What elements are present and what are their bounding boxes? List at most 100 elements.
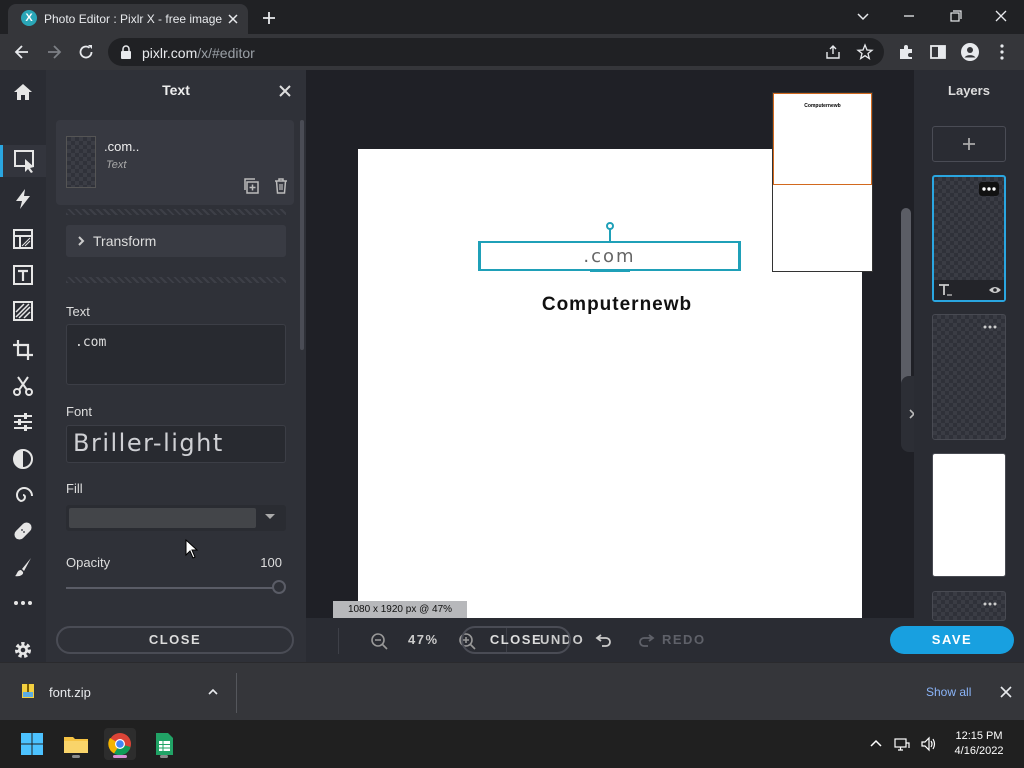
download-shelf: font.zip Show all xyxy=(0,662,1024,720)
bookmark-star-icon[interactable] xyxy=(856,43,874,61)
cutout-tool[interactable] xyxy=(7,370,39,402)
font-field-label: Font xyxy=(66,404,93,419)
save-button[interactable]: SAVE xyxy=(890,626,1014,654)
retouch-tool[interactable] xyxy=(7,515,39,547)
duplicate-icon[interactable] xyxy=(242,177,260,195)
profile-avatar-icon[interactable] xyxy=(960,42,980,62)
opacity-slider-handle[interactable] xyxy=(272,580,286,594)
layer-footer xyxy=(934,280,1004,300)
zoom-out-icon[interactable] xyxy=(370,632,388,650)
zip-file-icon xyxy=(22,684,34,698)
trash-icon[interactable] xyxy=(272,177,290,195)
chrome-button[interactable] xyxy=(104,728,136,760)
fill-color-picker[interactable] xyxy=(66,505,286,531)
redo-arrow-icon[interactable] xyxy=(638,632,656,650)
chevron-right-icon xyxy=(78,236,85,246)
file-explorer-button[interactable] xyxy=(60,728,92,760)
network-icon[interactable] xyxy=(894,736,910,752)
share-icon[interactable] xyxy=(824,43,842,61)
chevron-down-icon[interactable] xyxy=(265,514,275,519)
more-tools[interactable] xyxy=(7,587,39,619)
omnibar: pixlr.com/x/#editor xyxy=(0,34,1024,70)
layer-type: Text xyxy=(106,159,127,171)
sliders-icon xyxy=(14,413,32,431)
panel-scrollbar[interactable] xyxy=(300,120,304,350)
arrange-select-icon xyxy=(13,150,34,173)
side-panel-icon[interactable] xyxy=(928,42,948,62)
crop-tool[interactable] xyxy=(7,334,39,366)
tab-search-chevron-icon[interactable] xyxy=(851,6,875,26)
browser-tab[interactable]: X Photo Editor : Pixlr X - free image xyxy=(8,4,248,34)
volume-icon[interactable] xyxy=(920,736,936,752)
layer-thumb-background[interactable] xyxy=(932,453,1006,577)
sheets-button[interactable] xyxy=(148,728,180,760)
more-dots-icon[interactable] xyxy=(980,597,1000,611)
more-dots-icon[interactable] xyxy=(980,320,1000,334)
text-tool[interactable] xyxy=(7,259,39,291)
text-content-input[interactable]: .com xyxy=(66,324,286,385)
swirl-icon xyxy=(16,486,33,503)
close-button[interactable]: CLOSE xyxy=(461,626,571,654)
lock-icon[interactable] xyxy=(120,45,132,59)
zoom-level[interactable]: 47% xyxy=(408,632,439,647)
font-selector[interactable]: Briller-light xyxy=(66,425,286,463)
more-dots-icon[interactable] xyxy=(979,182,999,196)
selected-text-content: .com xyxy=(583,246,636,267)
kebab-menu-icon[interactable] xyxy=(992,42,1012,62)
undo-arrow-icon[interactable] xyxy=(594,632,612,650)
filter-half-circle-icon xyxy=(13,449,33,469)
close-tab-icon[interactable] xyxy=(226,12,240,26)
plus-icon xyxy=(963,138,975,150)
draw-tool[interactable] xyxy=(7,551,39,583)
divider xyxy=(66,209,286,215)
url-host: pixlr.com xyxy=(142,45,198,61)
liquify-tool[interactable] xyxy=(7,479,39,511)
restore-icon[interactable] xyxy=(943,6,967,26)
adjust-tool[interactable] xyxy=(7,406,39,438)
text-layer-and-eye-icons[interactable] xyxy=(934,280,1004,300)
window-close-icon[interactable] xyxy=(989,6,1013,26)
filter-tool[interactable] xyxy=(7,443,39,475)
headline-text-layer[interactable]: Computernewb xyxy=(492,294,742,316)
layer-thumb-partial[interactable] xyxy=(932,591,1006,621)
add-layer-button[interactable] xyxy=(932,126,1006,162)
panel-close-button[interactable]: CLOSE xyxy=(56,626,294,654)
panel-close-icon[interactable] xyxy=(278,84,292,98)
layer-thumb-selected[interactable] xyxy=(932,175,1006,302)
start-button[interactable] xyxy=(16,728,48,760)
address-bar[interactable]: pixlr.com/x/#editor xyxy=(108,38,884,66)
navigator-preview[interactable]: Computernewb xyxy=(772,92,873,272)
minimize-icon[interactable] xyxy=(897,6,921,26)
forward-arrow-icon[interactable] xyxy=(44,42,64,62)
fill-color-swatch[interactable] xyxy=(69,508,256,528)
transform-section-toggle[interactable]: Transform xyxy=(66,225,286,257)
layers-title: Layers xyxy=(948,83,990,98)
arrange-tool[interactable] xyxy=(0,145,46,177)
rotate-handle[interactable] xyxy=(606,222,614,230)
new-tab-icon[interactable] xyxy=(258,8,280,28)
elements-tool[interactable] xyxy=(7,295,39,327)
reload-icon[interactable] xyxy=(76,42,96,62)
bottom-toolbar: 47% UNDO REDO xyxy=(306,618,914,662)
layout-tool[interactable] xyxy=(7,223,39,255)
download-file-name[interactable]: font.zip xyxy=(49,685,91,700)
chevron-up-icon[interactable] xyxy=(206,686,220,698)
back-arrow-icon[interactable] xyxy=(12,42,32,62)
auto-fix-tool[interactable] xyxy=(7,183,39,215)
chevron-up-icon[interactable] xyxy=(868,736,884,752)
opacity-slider-track[interactable] xyxy=(66,587,280,589)
panel-title: Text xyxy=(162,82,190,98)
layer-info-card: .com.. Text xyxy=(56,120,294,205)
close-shelf-icon[interactable] xyxy=(999,685,1013,699)
redo-button[interactable]: REDO xyxy=(662,632,706,647)
system-clock[interactable]: 12:15 PM 4/16/2022 xyxy=(946,729,1012,759)
text-field-label: Text xyxy=(66,304,90,319)
resize-handle-bottom[interactable] xyxy=(590,268,630,272)
selected-text-layer[interactable]: .com xyxy=(478,241,741,271)
show-all-downloads-link[interactable]: Show all xyxy=(926,685,971,699)
extensions-puzzle-icon[interactable] xyxy=(896,42,916,62)
layer-thumb-text-headline[interactable] xyxy=(932,314,1006,440)
gear-icon xyxy=(15,642,31,658)
home-tool[interactable] xyxy=(7,76,39,108)
crop-icon xyxy=(13,340,33,360)
